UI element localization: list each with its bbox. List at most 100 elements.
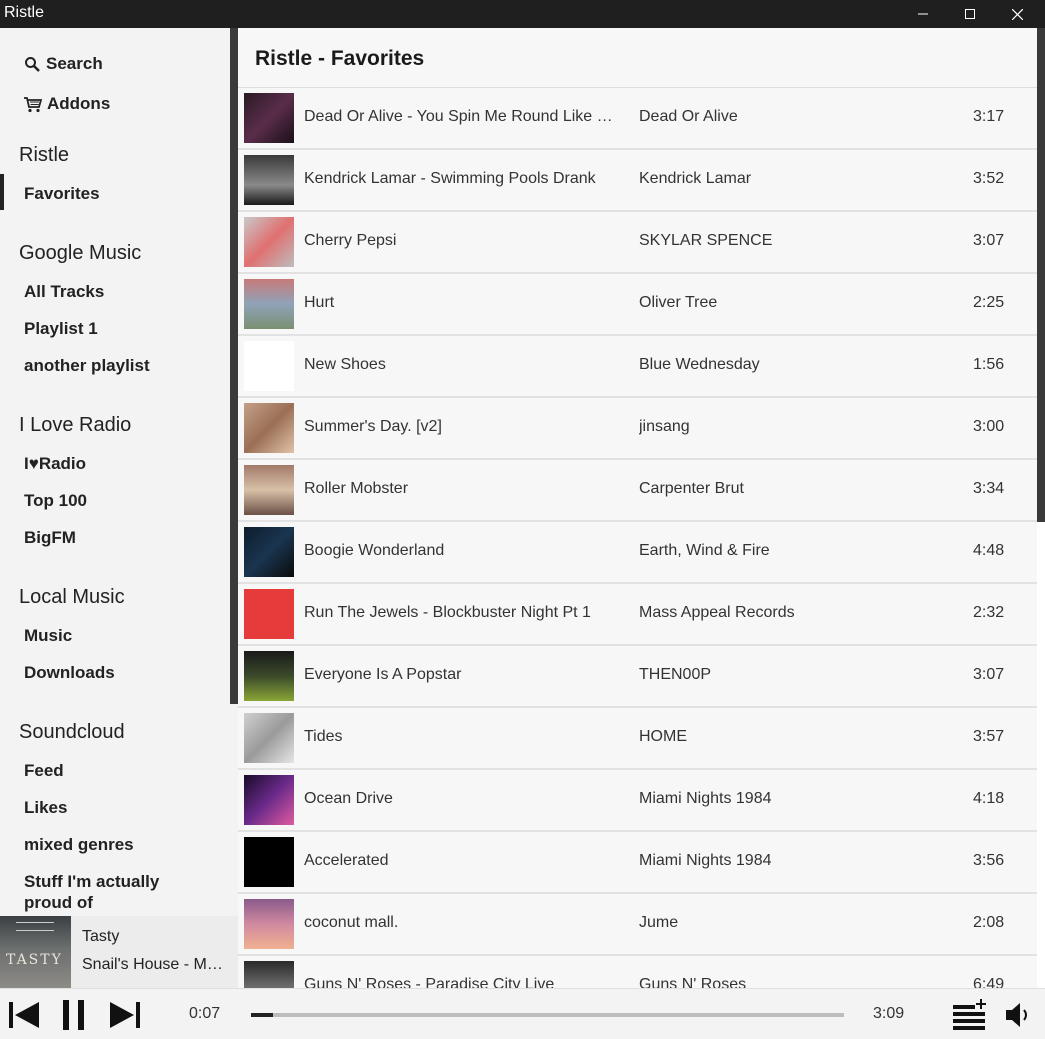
- track-row[interactable]: Hurt Oliver Tree 2:25: [238, 274, 1037, 336]
- queue-button[interactable]: [953, 999, 987, 1031]
- main-scrollbar[interactable]: [1037, 28, 1045, 522]
- track-duration: 3:34: [973, 480, 1005, 497]
- pause-icon: [63, 1000, 84, 1030]
- track-artist: Carpenter Brut: [639, 480, 744, 497]
- minimize-button[interactable]: [900, 0, 946, 28]
- now-playing-art: TASTY: [0, 916, 71, 988]
- track-artist: Blue Wednesday: [639, 356, 760, 373]
- track-artist: SKYLAR SPENCE: [639, 232, 773, 249]
- track-row[interactable]: Tides HOME 3:57: [238, 708, 1037, 770]
- track-row[interactable]: Cherry Pepsi SKYLAR SPENCE 3:07: [238, 212, 1037, 274]
- track-title: Dead Or Alive - You Spin Me Round Like a…: [304, 108, 619, 125]
- track-duration: 3:17: [973, 108, 1005, 125]
- sidebar-item-downloads[interactable]: Downloads: [24, 662, 224, 683]
- track-title: Summer's Day. [v2]: [304, 418, 442, 435]
- album-art: [244, 589, 294, 639]
- track-row[interactable]: Dead Or Alive - You Spin Me Round Like a…: [238, 88, 1037, 150]
- track-artist: Miami Nights 1984: [639, 852, 772, 869]
- track-title: coconut mall.: [304, 914, 399, 931]
- sidebar-item-playlist-1[interactable]: Playlist 1: [24, 318, 224, 339]
- track-duration: 2:32: [973, 604, 1005, 621]
- track-duration: 1:56: [973, 356, 1005, 373]
- queue-icon: [953, 999, 986, 1030]
- previous-button[interactable]: [8, 999, 40, 1031]
- track-row[interactable]: Ocean Drive Miami Nights 1984 4:18: [238, 770, 1037, 832]
- track-row[interactable]: Guns N' Roses - Paradise City Live Guns N…: [238, 956, 1037, 988]
- track-row[interactable]: Summer's Day. [v2] jinsang 3:00: [238, 398, 1037, 460]
- current-time: 0:07: [189, 1005, 221, 1022]
- group-heading-ristle: Ristle: [19, 144, 70, 166]
- minimize-icon: [918, 13, 928, 15]
- track-duration: 4:48: [973, 542, 1005, 559]
- group-heading-google-music: Google Music: [19, 242, 142, 264]
- track-artist: Miami Nights 1984: [639, 790, 772, 807]
- track-title: Ocean Drive: [304, 790, 393, 807]
- sidebar-item-bigfm[interactable]: BigFM: [24, 527, 224, 548]
- search-link[interactable]: Search: [24, 54, 103, 74]
- track-artist: Kendrick Lamar: [639, 170, 752, 187]
- group-heading-i-love-radio: I Love Radio: [19, 414, 132, 436]
- sidebar-item-likes[interactable]: Likes: [24, 797, 224, 818]
- track-duration: 3:07: [973, 666, 1005, 683]
- maximize-icon: [965, 9, 975, 19]
- track-row[interactable]: Roller Mobster Carpenter Brut 3:34: [238, 460, 1037, 522]
- album-art: [244, 775, 294, 825]
- addons-link[interactable]: Addons: [24, 94, 110, 114]
- total-time: 3:09: [873, 1005, 905, 1022]
- track-artist: Earth, Wind & Fire: [639, 542, 770, 559]
- track-artist: Mass Appeal Records: [639, 604, 795, 621]
- track-title: Hurt: [304, 294, 335, 311]
- track-duration: 6:49: [973, 976, 1005, 988]
- track-artist: jinsang: [639, 418, 690, 435]
- track-artist: Jume: [639, 914, 679, 931]
- page-title: Ristle - Favorites: [255, 47, 425, 70]
- volume-icon: [1006, 1003, 1027, 1027]
- track-row[interactable]: Accelerated Miami Nights 1984 3:56: [238, 832, 1037, 894]
- group-heading-local-music: Local Music: [19, 586, 125, 608]
- now-playing-panel[interactable]: TASTY Tasty Snail's House - Ma Chouchou: [0, 916, 238, 988]
- track-row[interactable]: New Shoes Blue Wednesday 1:56: [238, 336, 1037, 398]
- track-artist: Oliver Tree: [639, 294, 718, 311]
- album-art: [244, 899, 294, 949]
- now-playing-title: Tasty: [82, 928, 120, 945]
- progress-bar[interactable]: [251, 1013, 844, 1017]
- sidebar-item-another-playlist[interactable]: another playlist: [24, 355, 224, 376]
- sidebar-scrollbar[interactable]: [230, 28, 238, 704]
- track-row[interactable]: Kendrick Lamar - Swimming Pools Drank Ken…: [238, 150, 1037, 212]
- sidebar-item-feed[interactable]: Feed: [24, 760, 224, 781]
- sidebar-item-mixed-genres[interactable]: mixed genres: [24, 834, 224, 855]
- album-art: [244, 961, 294, 988]
- track-row[interactable]: Boogie Wonderland Earth, Wind & Fire 4:48: [238, 522, 1037, 584]
- close-button[interactable]: [994, 0, 1040, 28]
- track-duration: 2:08: [973, 914, 1005, 931]
- track-title: Cherry Pepsi: [304, 232, 397, 249]
- addons-label: Addons: [47, 94, 111, 113]
- pause-button[interactable]: [62, 999, 86, 1031]
- album-art: [244, 341, 294, 391]
- sidebar-item-favorites[interactable]: Favorites: [24, 183, 224, 204]
- now-playing-artist: Snail's House - Ma Chouchou: [82, 956, 227, 973]
- cart-icon: [24, 96, 42, 112]
- next-button[interactable]: [109, 999, 141, 1031]
- sidebar-item-stuff-proud-of[interactable]: Stuff I'm actually proud of: [24, 871, 184, 913]
- sidebar-item-top-100[interactable]: Top 100: [24, 490, 224, 511]
- sidebar-item-all-tracks[interactable]: All Tracks: [24, 281, 224, 302]
- track-duration: 3:07: [973, 232, 1005, 249]
- window-title: Ristle: [4, 4, 45, 21]
- track-title: Accelerated: [304, 852, 389, 869]
- track-duration: 3:57: [973, 728, 1005, 745]
- track-row[interactable]: Everyone Is A Popstar THEN00P 3:07: [238, 646, 1037, 708]
- volume-button[interactable]: [1003, 999, 1033, 1031]
- sidebar-item-iloveradio[interactable]: I♥Radio: [24, 453, 224, 474]
- album-art: [244, 651, 294, 701]
- album-art: [244, 217, 294, 267]
- album-art: [244, 527, 294, 577]
- sidebar-item-music[interactable]: Music: [24, 625, 224, 646]
- search-icon: [25, 56, 40, 72]
- album-art: [244, 93, 294, 143]
- track-row[interactable]: Run The Jewels - Blockbuster Night Pt 1 M…: [238, 584, 1037, 646]
- track-row[interactable]: coconut mall. Jume 2:08: [238, 894, 1037, 956]
- track-artist: Dead Or Alive: [639, 108, 738, 125]
- maximize-button[interactable]: [947, 0, 993, 28]
- track-duration: 4:18: [973, 790, 1005, 807]
